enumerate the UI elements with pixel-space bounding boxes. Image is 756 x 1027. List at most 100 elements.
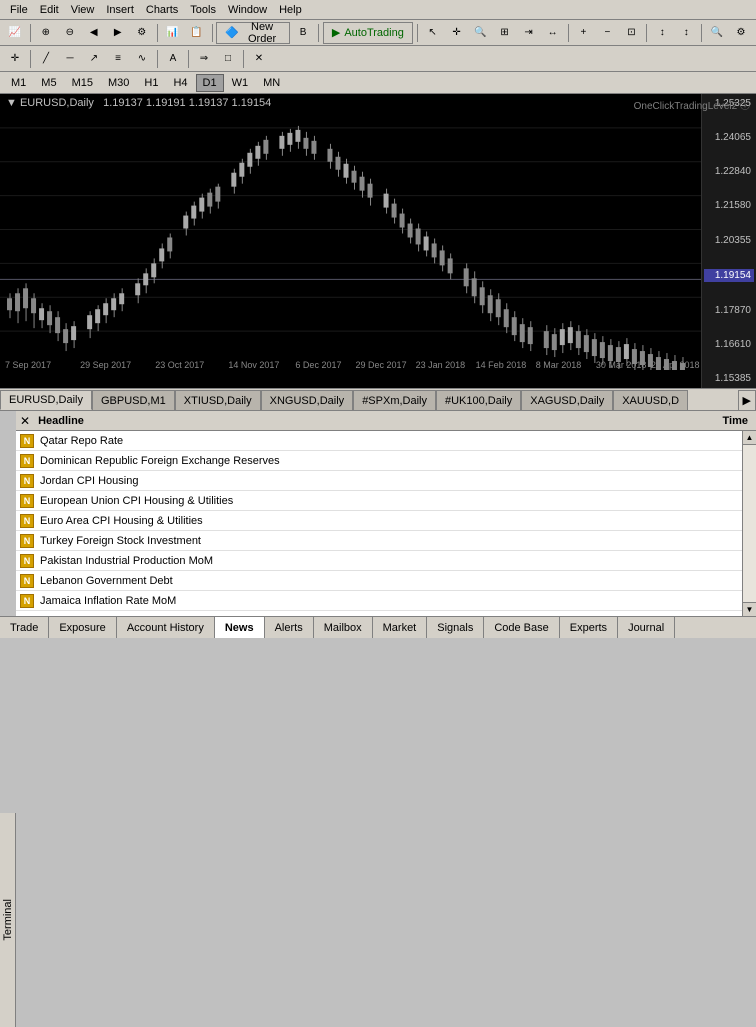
tf-m15[interactable]: M15 [65,74,100,92]
scroll-down-btn[interactable]: ▼ [743,602,756,616]
news-icon-5: N [20,534,34,548]
tab-xtiusd-daily[interactable]: XTIUSD,Daily [175,390,261,410]
news-scrollbar[interactable]: ▲ ▼ [742,431,756,616]
scroll-left-btn[interactable]: ◀ [83,22,105,44]
hline-btn[interactable]: ─ [59,48,81,70]
zoom-in-btn[interactable]: ⊕ [35,22,57,44]
news-icon-6: N [20,554,34,568]
news-text-1: Dominican Republic Foreign Exchange Rese… [40,455,280,467]
templates-btn[interactable]: 📋 [186,22,208,44]
news-text-4: Euro Area CPI Housing & Utilities [40,515,203,527]
search-btn[interactable]: 🔍 [706,22,728,44]
svg-text:30 Mar 2018: 30 Mar 2018 [596,360,647,370]
bottom-tab-signals[interactable]: Signals [427,617,484,638]
news-item-8[interactable]: N Jamaica Inflation Rate MoM [16,591,756,611]
autoscroll-btn[interactable]: ↔ [542,22,564,44]
crosshair2-btn[interactable]: ✛ [4,48,26,70]
zoom-out-btn[interactable]: ⊖ [59,22,81,44]
tab-scroll-arrow[interactable]: ▶ [738,390,756,410]
fit-btn[interactable]: ⊡ [620,22,642,44]
indicators-btn[interactable]: 📊 [162,22,184,44]
chart-shift-btn[interactable]: ⇥ [518,22,540,44]
candlestick-chart[interactable]: 7 Sep 2017 29 Sep 2017 23 Oct 2017 14 No… [0,94,701,370]
news-item-7[interactable]: N Lebanon Government Debt [16,571,756,591]
bottom-tab-trade[interactable]: Trade [0,617,49,638]
tab-spxm-daily[interactable]: #SPXm,Daily [353,390,436,410]
news-item-0[interactable]: N Qatar Repo Rate [16,431,756,451]
nav2-btn[interactable]: ↕ [675,22,697,44]
bottom-tab-codebase[interactable]: Code Base [484,617,559,638]
draw-sep4 [243,50,244,68]
channel-btn[interactable]: ≡ [107,48,129,70]
menu-help[interactable]: Help [273,2,308,18]
tf-m30[interactable]: M30 [101,74,136,92]
zoom-btn[interactable]: 🔍 [470,22,492,44]
terminal-side-tab[interactable]: Terminal [0,813,16,1027]
tab-eurusd-daily[interactable]: EURUSD,Daily [0,390,92,410]
menu-tools[interactable]: Tools [184,2,222,18]
bottom-tab-alerts[interactable]: Alerts [265,617,314,638]
tf-h1[interactable]: H1 [137,74,165,92]
news-item-2[interactable]: N Jordan CPI Housing [16,471,756,491]
period-sep-btn[interactable]: ⊞ [494,22,516,44]
scroll-up-btn[interactable]: ▲ [743,431,756,445]
bottom-tab-experts[interactable]: Experts [560,617,618,638]
tf-m1[interactable]: M1 [4,74,33,92]
text-btn[interactable]: A [162,48,184,70]
news-item-3[interactable]: N European Union CPI Housing & Utilities [16,491,756,511]
scroll-track[interactable] [743,445,756,602]
bottom-tab-journal[interactable]: Journal [618,617,675,638]
sep8 [701,24,702,42]
bottom-tab-market[interactable]: Market [373,617,428,638]
tf-w1[interactable]: W1 [225,74,256,92]
news-close-btn[interactable]: ✕ [20,414,30,428]
menu-insert[interactable]: Insert [100,2,140,18]
bottom-tab-exposure[interactable]: Exposure [49,617,116,638]
tab-xagusd-daily[interactable]: XAGUSD,Daily [521,390,613,410]
news-item-6[interactable]: N Pakistan Industrial Production MoM [16,551,756,571]
tab-gbpusd-m1[interactable]: GBPUSD,M1 [92,390,175,410]
bottom-tab-account-history[interactable]: Account History [117,617,215,638]
new-chart-btn[interactable]: 📈 [4,22,26,44]
news-list: N Qatar Repo Rate N Dominican Republic F… [16,431,756,616]
menu-view[interactable]: View [65,2,101,18]
tab-xngusd-daily[interactable]: XNGUSD,Daily [261,390,354,410]
zoom-out2-btn[interactable]: − [596,22,618,44]
tf-h4[interactable]: H4 [166,74,194,92]
menu-charts[interactable]: Charts [140,2,184,18]
chart-area[interactable]: ▼ EURUSD,Daily 1.19137 1.19191 1.19137 1… [0,94,756,389]
price-3: 1.22840 [704,166,754,177]
news-icon-1: N [20,454,34,468]
rect-btn[interactable]: □ [217,48,239,70]
nav-btn[interactable]: ↕ [651,22,673,44]
bottom-tab-mailbox[interactable]: Mailbox [314,617,373,638]
menu-file[interactable]: File [4,2,34,18]
trendline-btn[interactable]: ↗ [83,48,105,70]
fib-btn[interactable]: ∿ [131,48,153,70]
autotrading-button[interactable]: ▶ AutoTrading [323,22,413,44]
bottom-tab-news[interactable]: News [215,617,265,638]
menu-edit[interactable]: Edit [34,2,65,18]
tab-uk100-daily[interactable]: #UK100,Daily [436,390,521,410]
menu-window[interactable]: Window [222,2,273,18]
news-item-5[interactable]: N Turkey Foreign Stock Investment [16,531,756,551]
svg-text:14 Feb 2018: 14 Feb 2018 [476,360,527,370]
buy-btn[interactable]: B [292,22,314,44]
tab-xauusd-d[interactable]: XAUUSD,D [613,390,688,410]
options-btn[interactable]: ⚙ [730,22,752,44]
properties-btn[interactable]: ⚙ [131,22,153,44]
tf-m5[interactable]: M5 [34,74,63,92]
news-item-4[interactable]: N Euro Area CPI Housing & Utilities [16,511,756,531]
scroll-right-btn[interactable]: ▶ [107,22,129,44]
delete-btn[interactable]: ✕ [248,48,270,70]
tf-mn[interactable]: MN [256,74,287,92]
new-order-button[interactable]: 🔷 New Order [216,22,290,44]
arrow-btn[interactable]: ⇒ [193,48,215,70]
autotrading-icon: ▶ [332,26,340,39]
news-item-1[interactable]: N Dominican Republic Foreign Exchange Re… [16,451,756,471]
tf-d1[interactable]: D1 [196,74,224,92]
crosshair-btn[interactable]: ✛ [446,22,468,44]
cursor-btn[interactable]: ↖ [422,22,444,44]
line-btn[interactable]: ╱ [35,48,57,70]
zoom-in2-btn[interactable]: + [572,22,594,44]
